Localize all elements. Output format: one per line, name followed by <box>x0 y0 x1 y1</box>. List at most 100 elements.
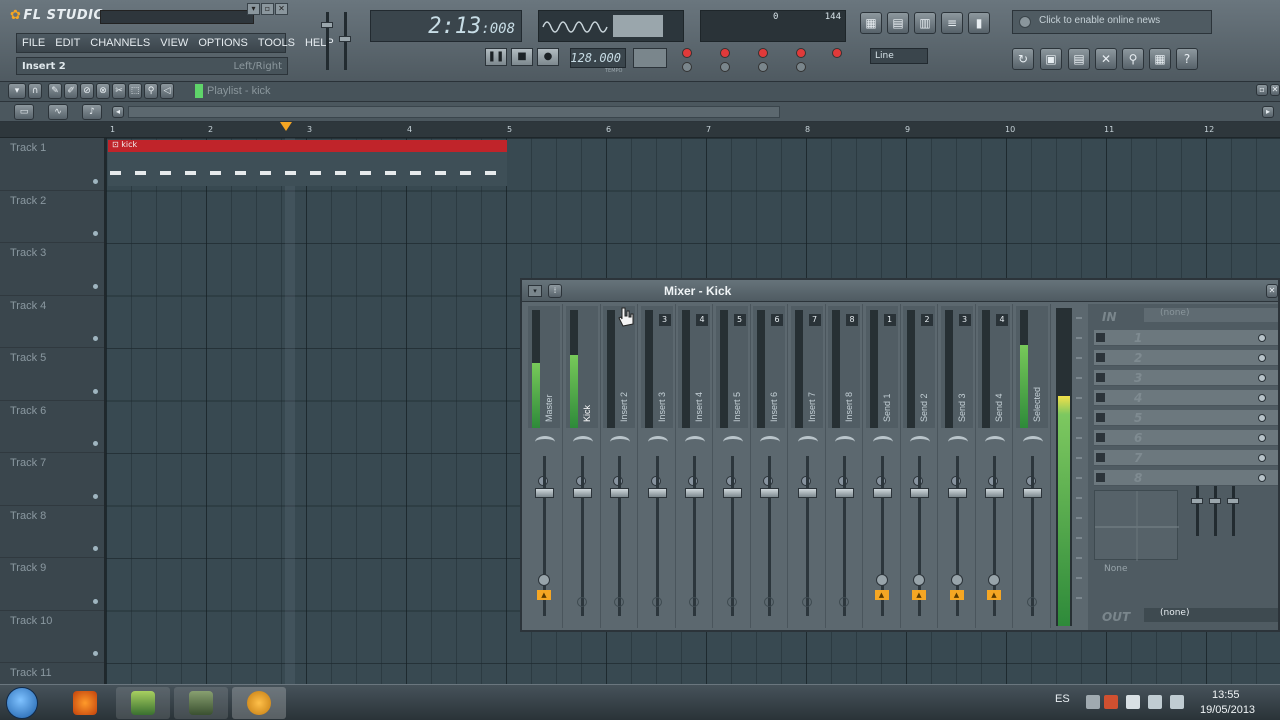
eq-mid-knob[interactable] <box>1209 498 1221 504</box>
note-icon[interactable]: ♪ <box>82 104 102 120</box>
strip-route-number[interactable]: 7 <box>808 314 821 326</box>
fx-slot[interactable]: 4 <box>1094 390 1278 406</box>
clock-time[interactable]: 13:55 <box>1212 689 1240 701</box>
slot-enable-led[interactable] <box>1258 454 1266 462</box>
track-led[interactable] <box>93 441 98 446</box>
delete-tool-icon[interactable]: ⊘ <box>80 83 94 99</box>
option-led[interactable] <box>682 62 692 72</box>
antivirus-icon[interactable] <box>1104 695 1118 709</box>
strip-header[interactable]: 6 Insert 6 <box>753 306 785 428</box>
volume-fader[interactable] <box>835 488 854 498</box>
send-arrow-icon[interactable]: ▲ <box>874 590 889 600</box>
fx-slot[interactable]: 8 <box>1094 470 1278 486</box>
template-icon[interactable]: ▦ <box>1149 48 1171 70</box>
strip-route-number[interactable]: 4 <box>696 314 708 326</box>
send-toggle[interactable] <box>689 597 699 607</box>
mixer-grip-icon[interactable]: ⁞ <box>548 284 562 298</box>
volume-fader[interactable] <box>535 488 554 498</box>
slot-menu-icon[interactable] <box>1096 353 1105 362</box>
pan-knob[interactable] <box>1022 436 1043 448</box>
menu-tools[interactable]: TOOLS <box>253 34 300 52</box>
news-panel[interactable]: Click to enable online news <box>1012 10 1212 34</box>
pan-knob[interactable] <box>722 436 743 448</box>
automation-icon[interactable]: ∿ <box>48 104 68 120</box>
strip-route-number[interactable]: 3 <box>658 314 671 326</box>
volume-fader[interactable] <box>572 488 592 498</box>
mixer-strip[interactable]: 3 Insert 3 <box>639 304 676 628</box>
step-sequencer-icon[interactable]: ▤ <box>887 12 909 34</box>
mixer-strip[interactable]: 7 Insert 7 <box>789 304 826 628</box>
slot-enable-led[interactable] <box>1258 334 1266 342</box>
metronome-led[interactable] <box>720 48 730 58</box>
overdub-led[interactable] <box>832 48 842 58</box>
volume-fader[interactable] <box>1022 488 1042 498</box>
send-level-knob[interactable] <box>913 574 925 586</box>
pause-button[interactable]: ❚❚ <box>485 48 507 66</box>
zoom-tool-icon[interactable]: ⚲ <box>144 83 158 99</box>
track-header[interactable]: Track 10 <box>0 611 104 663</box>
volume-fader[interactable] <box>685 488 704 498</box>
track-header[interactable]: Track 6 <box>0 401 104 453</box>
tray-arrow-icon[interactable] <box>1086 695 1100 709</box>
firefox-task[interactable] <box>58 687 112 719</box>
mixer-strip[interactable]: 2 Send 2 ▲ <box>901 304 938 628</box>
eq-high-knob[interactable] <box>1227 498 1239 504</box>
send-toggle[interactable] <box>839 597 849 607</box>
slot-enable-led[interactable] <box>1258 394 1266 402</box>
mixer-strip[interactable]: Master ▲ <box>526 304 563 628</box>
track-led[interactable] <box>93 231 98 236</box>
track-header[interactable]: Track 4 <box>0 296 104 348</box>
fx-slot[interactable]: 1 <box>1094 330 1278 346</box>
strip-header[interactable]: 3 Insert 3 <box>640 306 673 428</box>
record-button[interactable]: ● <box>537 48 559 66</box>
volume-fader[interactable] <box>722 488 742 498</box>
strip-route-number[interactable]: 6 <box>771 314 783 326</box>
track-led[interactable] <box>93 178 98 184</box>
send-arrow-icon[interactable]: ▲ <box>912 590 926 600</box>
slot-enable-led[interactable] <box>1258 474 1266 482</box>
blend-led[interactable] <box>758 48 768 58</box>
close-button[interactable]: ✕ <box>275 3 288 15</box>
track-led[interactable] <box>93 388 98 394</box>
playlist-menu-icon[interactable]: ▾ <box>8 83 26 99</box>
mixer-strip[interactable]: Selected <box>1014 304 1051 628</box>
track-header[interactable]: Track 7 <box>0 453 104 506</box>
slot-menu-icon[interactable] <box>1096 413 1105 422</box>
strip-header[interactable]: 4 Insert 4 <box>678 306 710 428</box>
menu-options[interactable]: OPTIONS <box>193 34 253 52</box>
magnet-icon[interactable]: ∩ <box>28 83 42 99</box>
save-icon[interactable]: ▣ <box>1040 48 1062 70</box>
volume-fader[interactable] <box>610 488 629 498</box>
send-arrow-icon[interactable]: ▲ <box>949 590 964 600</box>
strip-route-number[interactable]: 1 <box>883 314 896 326</box>
clip-header[interactable]: ⊡ kick <box>108 140 507 152</box>
pan-knob[interactable] <box>535 436 555 448</box>
slider-knob[interactable] <box>321 22 333 28</box>
strip-route-number[interactable]: 5 <box>733 314 746 326</box>
mixer-strip[interactable]: Insert 2 <box>601 304 638 628</box>
mute-tool-icon[interactable]: ⊗ <box>96 83 110 99</box>
strip-header[interactable]: 2 Send 2 <box>903 306 935 428</box>
menu-channels[interactable]: CHANNELS <box>85 34 155 52</box>
start-button[interactable] <box>6 687 38 719</box>
playlist-scrollbar[interactable]: ▭ ∿ ♪ ◂ ▸ <box>0 102 1280 122</box>
close-icon[interactable]: ✕ <box>1270 84 1280 96</box>
help-icon[interactable]: ? <box>1176 48 1198 70</box>
pan-knob[interactable] <box>685 436 705 448</box>
timeline-ruler[interactable]: 1 2 3 4 5 6 7 8 9 10 11 12 <box>0 122 1280 138</box>
track-header[interactable]: Track 9 <box>0 558 104 611</box>
menu-view[interactable]: VIEW <box>155 34 193 52</box>
browser-icon[interactable]: ≡ <box>941 12 963 34</box>
pan-knob[interactable] <box>797 436 818 448</box>
input-select[interactable]: Line <box>870 48 928 64</box>
mixer-shortcut-icon[interactable]: ▮ <box>968 12 990 34</box>
pattern-view-icon[interactable]: ▭ <box>14 104 34 120</box>
option-led[interactable] <box>720 62 730 72</box>
track-led[interactable] <box>93 493 98 499</box>
track-header[interactable]: Track 3 <box>0 243 104 296</box>
send-level-knob[interactable] <box>950 574 963 586</box>
pan-knob[interactable] <box>947 436 968 448</box>
input-select[interactable]: (none) <box>1144 308 1278 322</box>
strip-header[interactable]: Selected <box>1015 306 1048 428</box>
send-level-knob[interactable] <box>875 574 888 586</box>
